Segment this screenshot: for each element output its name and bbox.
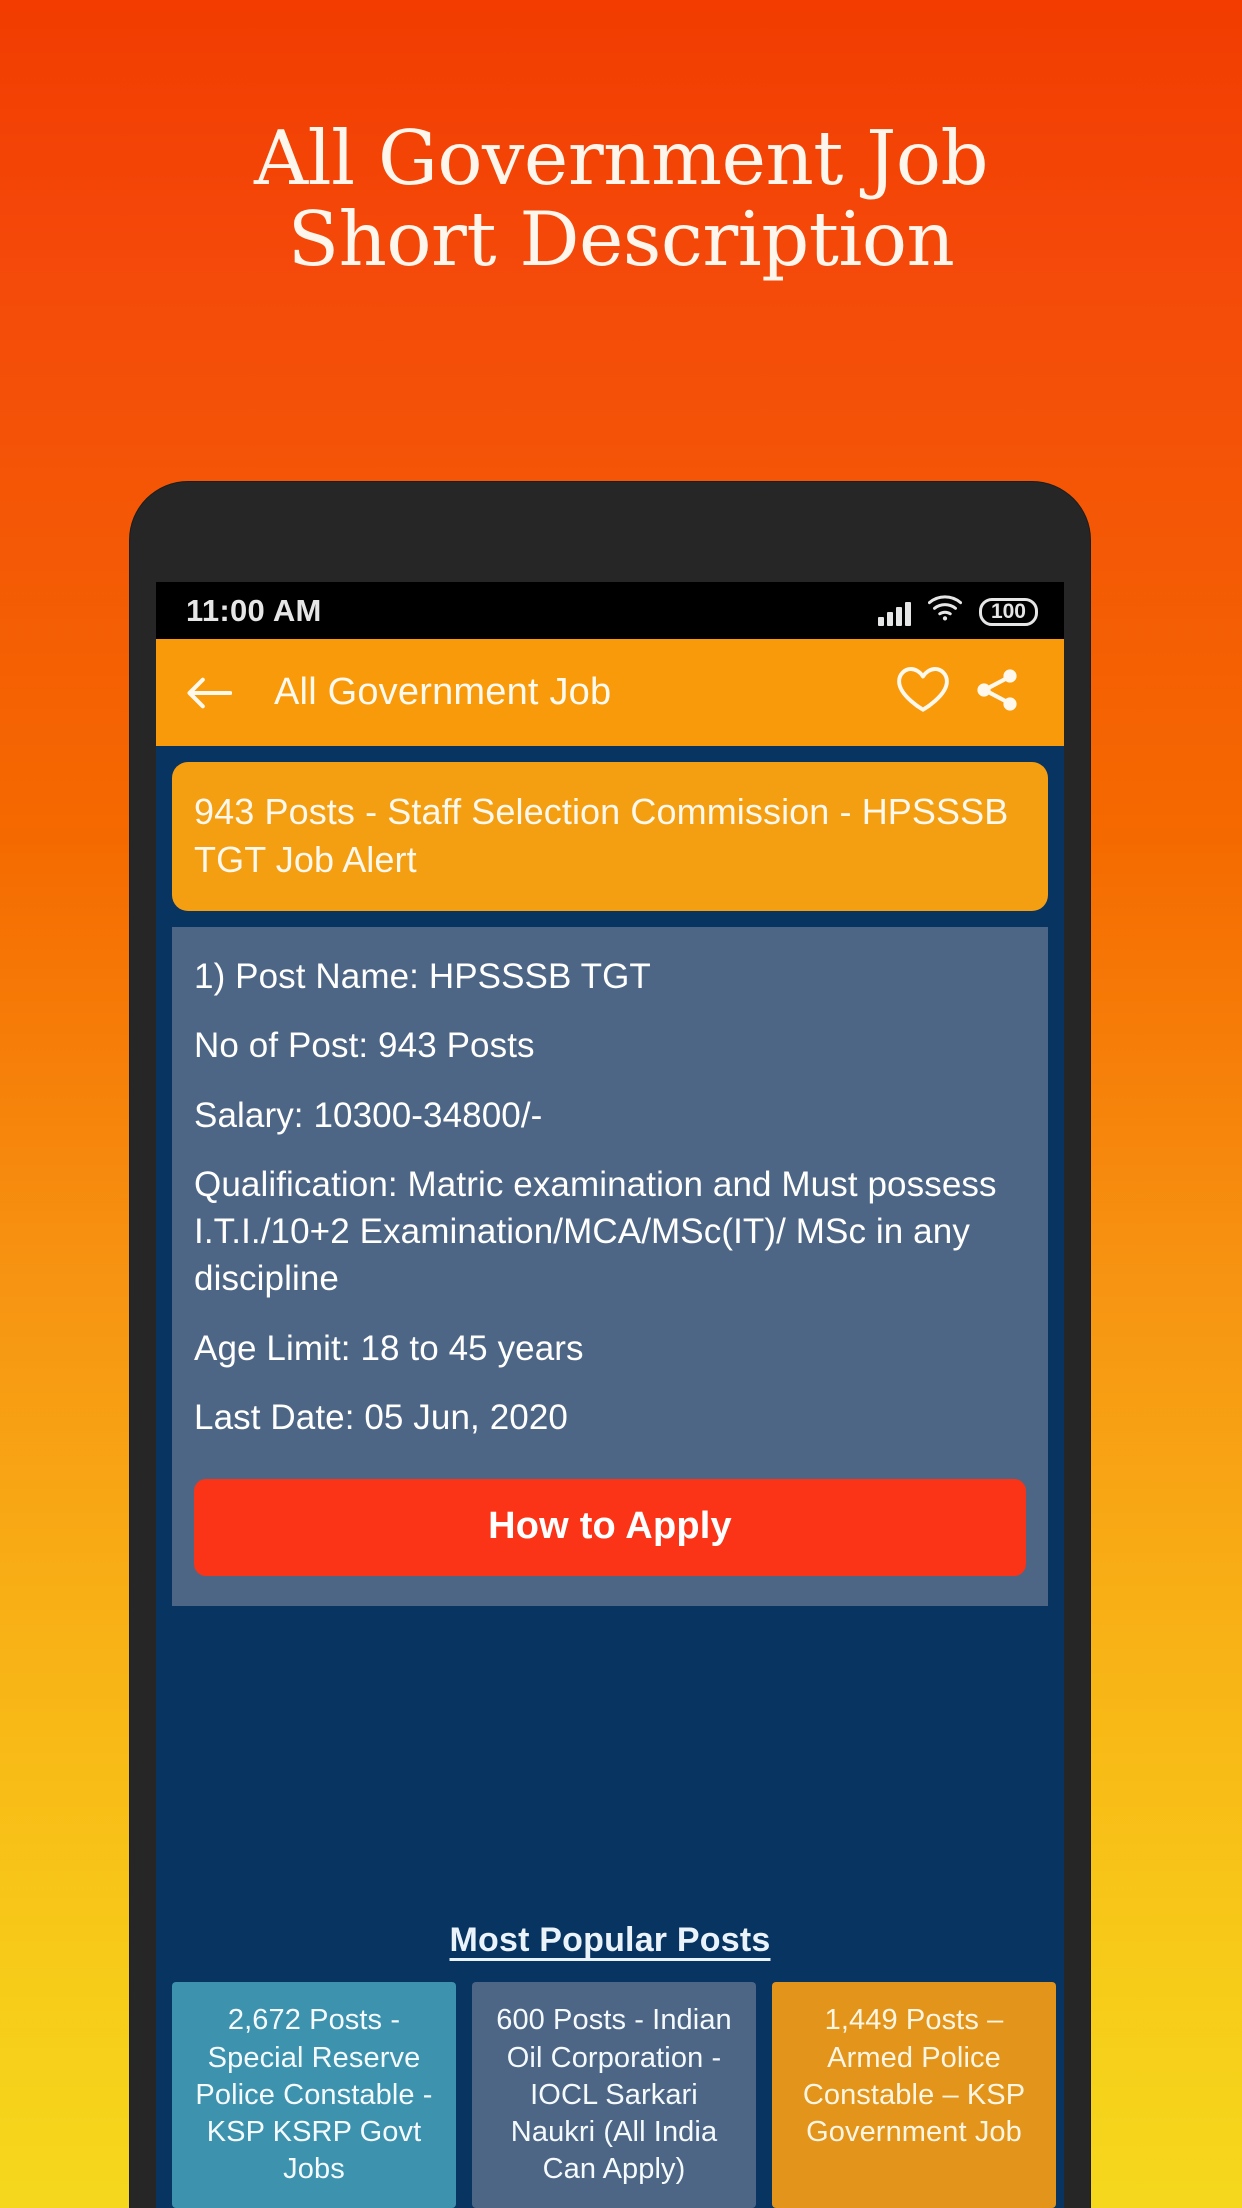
status-bar-icons: 100 — [877, 595, 1038, 626]
phone-mockup: 11:00 AM 100 All Government Job 943 Post… — [130, 482, 1090, 2208]
job-detail-line: 1) Post Name: HPSSSB TGT — [194, 957, 651, 997]
back-arrow-icon[interactable] — [186, 676, 244, 710]
favorite-button[interactable] — [886, 665, 960, 720]
popular-post-card[interactable]: 1,449 Posts – Armed Police Constable – K… — [772, 1982, 1056, 2208]
app-bar: All Government Job — [156, 639, 1064, 746]
job-content: 943 Posts - Staff Selection Commission -… — [156, 746, 1064, 1622]
job-detail-card: 1) Post Name: HPSSSB TGT No of Post: 943… — [172, 927, 1048, 1607]
how-to-apply-button[interactable]: How to Apply — [194, 1479, 1026, 1577]
most-popular-posts-row[interactable]: 2,672 Posts - Special Reserve Police Con… — [156, 1982, 1064, 2208]
heart-outline-icon — [896, 665, 950, 720]
status-bar: 11:00 AM 100 — [156, 582, 1064, 639]
most-popular-posts-section: Most Popular Posts 2,672 Posts - Special… — [156, 1921, 1064, 2208]
job-detail-line: Salary: 10300-34800/- — [194, 1095, 543, 1135]
job-detail-line: Age Limit: 18 to 45 years — [194, 1328, 584, 1368]
wifi-icon — [927, 595, 963, 626]
promo-headline-line-1: All Government Job — [254, 114, 988, 202]
promo-headline: All Government Job Short Description — [0, 118, 1242, 280]
most-popular-posts-heading: Most Popular Posts — [449, 1921, 771, 1960]
share-icon — [972, 666, 1022, 719]
promo-headline-line-2: Short Description — [287, 195, 955, 283]
job-detail-line: Last Date: 05 Jun, 2020 — [194, 1397, 568, 1437]
phone-screen: 11:00 AM 100 All Government Job 943 Post… — [156, 582, 1064, 2208]
battery-icon: 100 — [978, 598, 1038, 626]
page-title: All Government Job — [274, 671, 612, 713]
job-detail-line: No of Post: 943 Posts — [194, 1026, 535, 1066]
job-detail-line: Qualification: Matric examination and Mu… — [194, 1164, 997, 1299]
share-button[interactable] — [960, 666, 1034, 719]
signal-bars-icon — [877, 600, 911, 626]
popular-post-card[interactable]: 2,672 Posts - Special Reserve Police Con… — [172, 1982, 456, 2208]
popular-post-card[interactable]: 600 Posts - Indian Oil Corporation - IOC… — [472, 1982, 756, 2208]
job-headline-card: 943 Posts - Staff Selection Commission -… — [172, 762, 1048, 912]
status-bar-time: 11:00 AM — [186, 592, 322, 628]
